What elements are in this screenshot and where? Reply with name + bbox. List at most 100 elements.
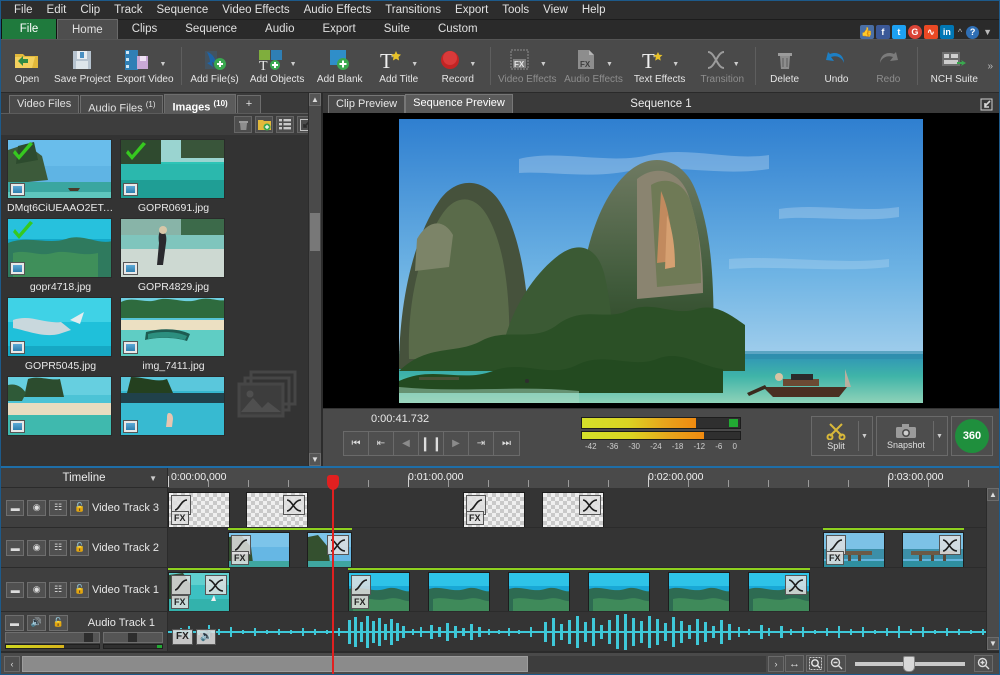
step-back-icon[interactable]: ◀ <box>394 432 419 455</box>
track-lock-icon[interactable]: 🔓 <box>70 582 88 598</box>
timeline-clip[interactable] <box>307 532 352 567</box>
skip-start-icon[interactable]: ⏮ <box>344 432 369 455</box>
pause-icon[interactable]: ❙❙ <box>419 432 444 455</box>
media-bin-scrollbar[interactable]: ▲ ▼ <box>308 93 321 466</box>
timeline-ruler[interactable]: 0:00:00,000 0:01:00.000 0:02:00.000 0:03… <box>167 468 999 488</box>
thumbsup-icon[interactable]: 👍 <box>860 25 874 39</box>
play-icon[interactable]: ▶ <box>444 432 469 455</box>
audio-clip-mute-icon[interactable]: 🔊 <box>196 629 216 645</box>
track-group-icon[interactable]: ☷ <box>49 500 67 516</box>
ribbon-tab-home[interactable]: Home <box>57 19 118 39</box>
split-dropdown[interactable]: ▼ <box>858 421 870 451</box>
add-blank-button[interactable]: Add Blank <box>310 40 369 92</box>
snapshot-dropdown[interactable]: ▼ <box>933 421 945 451</box>
add-tab-button[interactable]: + <box>237 95 261 113</box>
audio-clips-area[interactable]: FX 🔊 <box>167 612 999 651</box>
twitter-icon[interactable]: t <box>892 25 906 39</box>
video-effects-dropdown[interactable]: ▼ <box>540 61 547 68</box>
track-collapse-icon[interactable]: ▬ <box>6 500 24 516</box>
zoom-slider[interactable] <box>855 662 965 666</box>
crossfade-handle-icon[interactable] <box>283 495 305 515</box>
audio-effects-button[interactable]: FX ▼ Audio Effects <box>560 40 626 92</box>
media-bin-list[interactable]: DMqt6CiUEAAO2ET.jpg <box>1 135 321 466</box>
add-title-dropdown[interactable]: ▼ <box>411 61 418 68</box>
popout-preview-icon[interactable] <box>980 98 993 111</box>
delete-button[interactable]: Delete <box>759 40 811 92</box>
scroll-up-icon[interactable]: ▲ <box>987 488 999 501</box>
scrollbar-thumb[interactable] <box>310 213 320 251</box>
tab-clip-preview[interactable]: Clip Preview <box>328 95 405 113</box>
fade-in-handle-icon[interactable] <box>351 575 371 595</box>
record-dropdown[interactable]: ▼ <box>469 61 476 68</box>
snapshot-cell[interactable]: Snapshot <box>879 423 933 450</box>
record-button[interactable]: ▼ Record <box>428 40 487 92</box>
transition-dropdown[interactable]: ▼ <box>733 61 740 68</box>
track-visibility-icon[interactable]: ◉ <box>27 540 45 556</box>
timeline-clip[interactable] <box>542 492 604 527</box>
timeline-clip[interactable]: FX <box>168 572 230 611</box>
view-360-button[interactable]: 360 <box>951 416 993 456</box>
help-icon[interactable]: ? <box>966 26 979 39</box>
ribbon-tab-suite[interactable]: Suite <box>370 19 424 39</box>
list-item[interactable]: GOPR0691.jpg <box>120 139 227 214</box>
list-item[interactable]: GOPR5045.jpg <box>7 297 114 372</box>
menu-item-view[interactable]: View <box>536 2 575 18</box>
tab-sequence-preview[interactable]: Sequence Preview <box>405 94 513 113</box>
list-view-icon[interactable] <box>276 116 294 133</box>
clip-fx-badge[interactable]: FX <box>171 595 189 609</box>
timeline-clip[interactable] <box>902 532 964 567</box>
scroll-down-icon[interactable]: ▼ <box>309 453 321 466</box>
menu-item-track[interactable]: Track <box>107 2 149 18</box>
track-collapse-icon[interactable]: ▬ <box>6 582 24 598</box>
menu-item-transitions[interactable]: Transitions <box>378 2 448 18</box>
zoom-selection-icon[interactable] <box>806 655 825 672</box>
clip-fx-badge[interactable]: FX <box>171 511 189 525</box>
scroll-down-icon[interactable]: ▼ <box>987 637 999 650</box>
menu-item-export[interactable]: Export <box>448 2 495 18</box>
scroll-up-icon[interactable]: ▲ <box>309 93 321 106</box>
split-button[interactable]: Split ▼ <box>811 416 873 456</box>
collapse-left-button[interactable]: ‹ <box>4 656 20 672</box>
track-collapse-icon[interactable]: ▬ <box>5 615 24 631</box>
chevron-down-icon[interactable]: ▼ <box>149 474 157 483</box>
add-files-button[interactable]: Add File(s) <box>185 40 244 92</box>
track-collapse-icon[interactable]: ▬ <box>6 540 24 556</box>
timeline-clip[interactable]: FX <box>823 532 885 567</box>
list-item[interactable]: img_7411.jpg <box>120 297 227 372</box>
ribbon-tab-sequence[interactable]: Sequence <box>171 19 251 39</box>
toolbar-overflow-button[interactable]: » <box>987 40 999 92</box>
menu-item-video-effects[interactable]: Video Effects <box>215 2 296 18</box>
transition-button[interactable]: ▼ Transition <box>693 40 752 92</box>
timeline-clip[interactable] <box>748 572 810 611</box>
clip-fx-badge[interactable]: FX <box>231 551 249 565</box>
volume-slider[interactable] <box>5 632 100 643</box>
track-mute-icon[interactable]: 🔊 <box>27 615 46 631</box>
facebook-icon[interactable]: f <box>876 25 890 39</box>
clip-fx-badge[interactable]: FX <box>466 511 484 525</box>
360-icon[interactable]: 360 <box>955 419 989 453</box>
menu-item-file[interactable]: File <box>7 2 40 18</box>
ribbon-tab-file[interactable]: File <box>1 19 57 39</box>
list-item[interactable]: gopr4718.jpg <box>7 218 114 293</box>
timeline-clip[interactable] <box>246 492 308 527</box>
timeline-clip[interactable] <box>428 572 490 611</box>
timeline-clip[interactable] <box>588 572 650 611</box>
timeline-clip[interactable]: FX <box>168 492 230 527</box>
linkedin-icon[interactable]: in <box>940 25 954 39</box>
track-group-icon[interactable]: ☷ <box>49 540 67 556</box>
ribbon-tab-audio[interactable]: Audio <box>251 19 308 39</box>
crossfade-handle-icon[interactable] <box>327 535 349 555</box>
audio-effects-dropdown[interactable]: ▼ <box>606 61 613 68</box>
clip-fx-badge[interactable]: FX <box>826 551 844 565</box>
ribbon-tab-custom[interactable]: Custom <box>424 19 492 39</box>
googleplus-icon[interactable]: G <box>908 25 922 39</box>
track-clips-area[interactable]: FX FX <box>167 488 999 527</box>
open-button[interactable]: Open <box>1 40 53 92</box>
add-title-button[interactable]: T ▼ Add Title <box>369 40 428 92</box>
zoom-in-icon[interactable] <box>974 655 993 672</box>
track-visibility-icon[interactable]: ◉ <box>27 582 45 598</box>
fit-horizontal-icon[interactable]: ↔ <box>785 655 804 672</box>
timeline-clip[interactable]: FX <box>348 572 410 611</box>
pan-slider[interactable] <box>103 632 163 643</box>
audio-clip-fx-badge[interactable]: FX <box>172 629 193 645</box>
